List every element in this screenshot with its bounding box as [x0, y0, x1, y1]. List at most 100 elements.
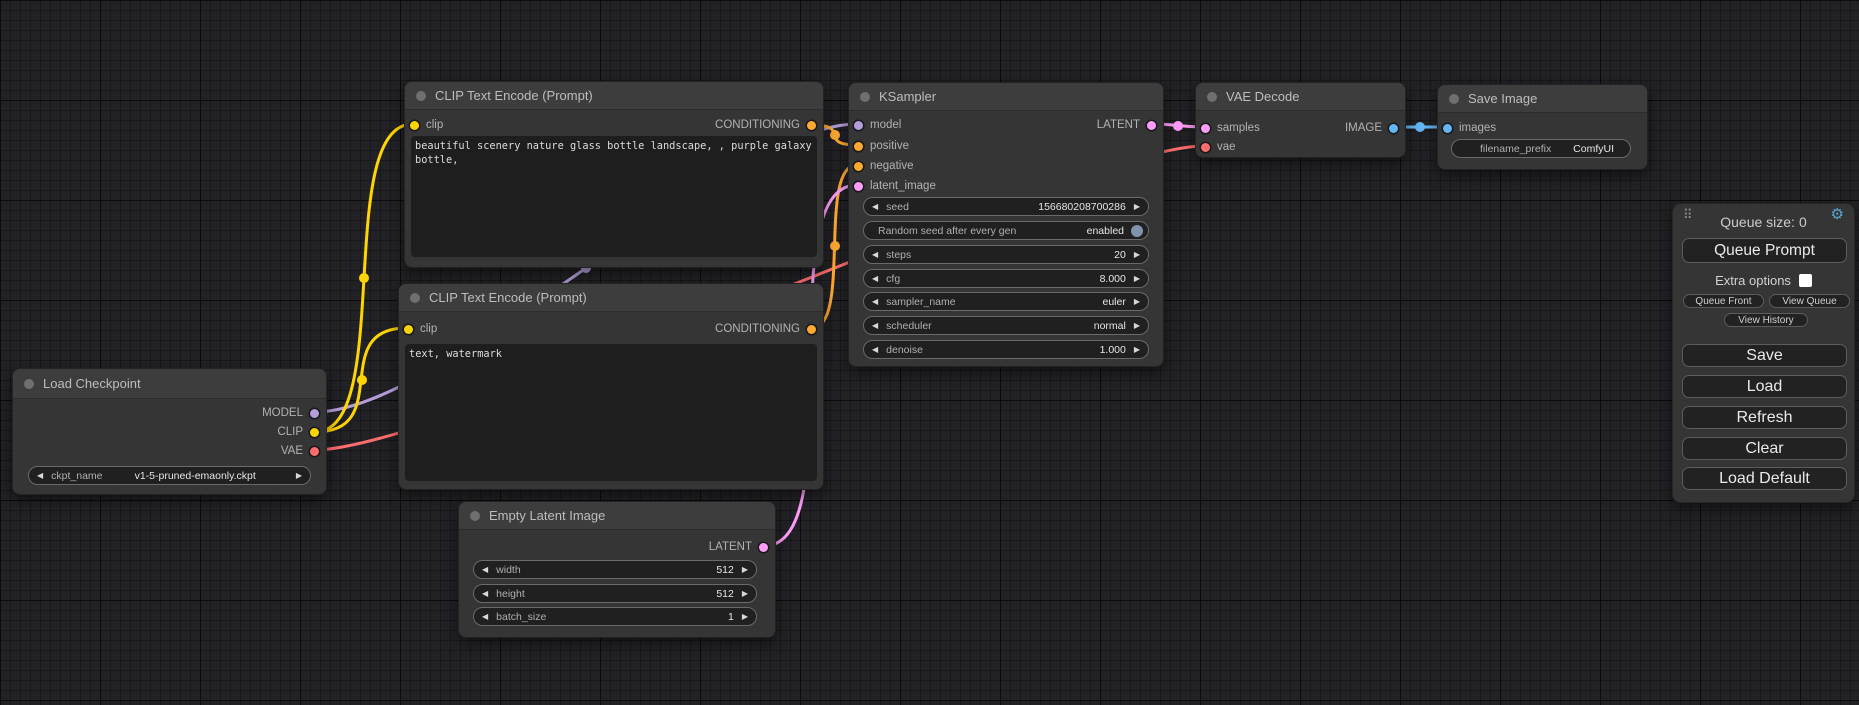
increment-arrow-icon[interactable]: ▶ [1126, 275, 1148, 283]
sampler-name-widget[interactable]: ◀ sampler_name euler ▶ [863, 292, 1149, 311]
increment-arrow-icon[interactable]: ▶ [288, 472, 310, 480]
conditioning-port-icon[interactable] [807, 121, 816, 130]
decrement-arrow-icon[interactable]: ◀ [864, 322, 886, 330]
clip-port-icon[interactable] [310, 428, 319, 437]
node-load-checkpoint[interactable]: Load Checkpoint MODEL CLIP VAE ◀ ckpt_na… [12, 368, 327, 495]
toggle-dot-icon[interactable] [1131, 225, 1143, 237]
increment-arrow-icon[interactable]: ▶ [1126, 203, 1148, 211]
conditioning-port-icon[interactable] [807, 325, 816, 334]
batch-size-widget[interactable]: ◀ batch_size 1 ▶ [473, 607, 757, 626]
width-widget[interactable]: ◀ width 512 ▶ [473, 560, 757, 579]
node-empty-latent-image[interactable]: Empty Latent Image LATENT ◀ width 512 ▶ … [458, 501, 776, 638]
decrement-arrow-icon[interactable]: ◀ [864, 251, 886, 259]
node-clip-text-encode-negative[interactable]: CLIP Text Encode (Prompt) clip CONDITION… [398, 283, 824, 490]
collapse-dot-icon[interactable] [410, 293, 420, 303]
node-clip-text-encode-positive[interactable]: CLIP Text Encode (Prompt) clip CONDITION… [404, 81, 824, 268]
clip-port-icon[interactable] [410, 121, 419, 130]
refresh-button[interactable]: Refresh [1682, 406, 1847, 429]
queue-front-button[interactable]: Queue Front [1683, 294, 1764, 308]
node-vae-decode[interactable]: VAE Decode samples vae IMAGE [1195, 82, 1406, 158]
clear-button[interactable]: Clear [1682, 437, 1847, 460]
input-slot-model[interactable]: model [854, 117, 901, 133]
seed-widget[interactable]: ◀ seed 156680208700286 ▶ [863, 197, 1149, 216]
steps-widget[interactable]: ◀ steps 20 ▶ [863, 245, 1149, 264]
image-port-icon[interactable] [1389, 124, 1398, 133]
increment-arrow-icon[interactable]: ▶ [734, 590, 756, 598]
decrement-arrow-icon[interactable]: ◀ [864, 346, 886, 354]
comfyui-canvas[interactable]: { "colors": { "model": "#B39DDB", "clip"… [0, 0, 1859, 705]
node-title-bar[interactable]: Save Image [1438, 85, 1647, 113]
collapse-dot-icon[interactable] [1449, 94, 1459, 104]
latent-port-icon[interactable] [854, 182, 863, 191]
node-title-bar[interactable]: VAE Decode [1196, 83, 1405, 111]
latent-port-icon[interactable] [759, 543, 768, 552]
output-slot-latent[interactable]: LATENT [709, 539, 768, 555]
node-title-bar[interactable]: KSampler [849, 83, 1163, 111]
vae-port-icon[interactable] [1201, 143, 1210, 152]
clip-port-icon[interactable] [404, 325, 413, 334]
height-widget[interactable]: ◀ height 512 ▶ [473, 584, 757, 603]
output-slot-conditioning[interactable]: CONDITIONING [715, 117, 816, 133]
node-save-image[interactable]: Save Image images filename_prefix ComfyU… [1437, 84, 1648, 170]
view-history-button[interactable]: View History [1724, 313, 1808, 327]
cfg-widget[interactable]: ◀ cfg 8.000 ▶ [863, 269, 1149, 288]
decrement-arrow-icon[interactable]: ◀ [474, 590, 496, 598]
settings-gear-icon[interactable]: ⚙ [1831, 205, 1844, 223]
node-title-bar[interactable]: CLIP Text Encode (Prompt) [405, 82, 823, 110]
output-slot-image[interactable]: IMAGE [1345, 120, 1398, 136]
load-default-button[interactable]: Load Default [1682, 467, 1847, 490]
latent-port-icon[interactable] [1147, 121, 1156, 130]
node-title-bar[interactable]: Load Checkpoint [13, 369, 326, 399]
collapse-dot-icon[interactable] [416, 91, 426, 101]
decrement-arrow-icon[interactable]: ◀ [864, 275, 886, 283]
collapse-dot-icon[interactable] [1207, 92, 1217, 102]
decrement-arrow-icon[interactable]: ◀ [474, 613, 496, 621]
collapse-dot-icon[interactable] [470, 511, 480, 521]
decrement-arrow-icon[interactable]: ◀ [864, 298, 886, 306]
input-slot-positive[interactable]: positive [854, 138, 909, 154]
queue-prompt-button[interactable]: Queue Prompt [1682, 238, 1847, 263]
decrement-arrow-icon[interactable]: ◀ [29, 472, 51, 480]
denoise-widget[interactable]: ◀ denoise 1.000 ▶ [863, 340, 1149, 359]
decrement-arrow-icon[interactable]: ◀ [864, 203, 886, 211]
negative-prompt-textarea[interactable]: text, watermark [405, 344, 817, 481]
model-port-icon[interactable] [854, 121, 863, 130]
ckpt-name-widget[interactable]: ◀ ckpt_name v1-5-pruned-emaonly.ckpt ▶ [28, 466, 311, 485]
input-slot-images[interactable]: images [1443, 120, 1496, 136]
extra-options-checkbox[interactable] [1799, 274, 1812, 287]
image-port-icon[interactable] [1443, 124, 1452, 133]
output-slot-vae[interactable]: VAE [281, 443, 319, 459]
increment-arrow-icon[interactable]: ▶ [734, 613, 756, 621]
increment-arrow-icon[interactable]: ▶ [1126, 251, 1148, 259]
conditioning-port-icon[interactable] [854, 142, 863, 151]
output-slot-model[interactable]: MODEL [262, 405, 319, 421]
input-slot-clip[interactable]: clip [410, 117, 443, 133]
positive-prompt-textarea[interactable]: beautiful scenery nature glass bottle la… [411, 136, 817, 257]
collapse-dot-icon[interactable] [860, 92, 870, 102]
output-slot-clip[interactable]: CLIP [277, 424, 319, 440]
conditioning-port-icon[interactable] [854, 162, 863, 171]
view-queue-button[interactable]: View Queue [1769, 294, 1850, 308]
input-slot-samples[interactable]: samples [1201, 120, 1260, 136]
increment-arrow-icon[interactable]: ▶ [1126, 322, 1148, 330]
node-ksampler[interactable]: KSampler model positive negative latent_… [848, 82, 1164, 367]
load-button[interactable]: Load [1682, 375, 1847, 398]
queue-panel[interactable]: ⠿ Queue size: 0 ⚙ Queue Prompt Extra opt… [1672, 203, 1855, 503]
input-slot-clip[interactable]: clip [404, 321, 437, 337]
decrement-arrow-icon[interactable]: ◀ [474, 566, 496, 574]
input-slot-negative[interactable]: negative [854, 158, 913, 174]
increment-arrow-icon[interactable]: ▶ [734, 566, 756, 574]
node-title-bar[interactable]: CLIP Text Encode (Prompt) [399, 284, 823, 312]
input-slot-vae[interactable]: vae [1201, 139, 1236, 155]
vae-port-icon[interactable] [310, 447, 319, 456]
output-slot-conditioning[interactable]: CONDITIONING [715, 321, 816, 337]
increment-arrow-icon[interactable]: ▶ [1126, 298, 1148, 306]
output-slot-latent[interactable]: LATENT [1097, 117, 1156, 133]
increment-arrow-icon[interactable]: ▶ [1126, 346, 1148, 354]
model-port-icon[interactable] [310, 409, 319, 418]
input-slot-latent-image[interactable]: latent_image [854, 178, 936, 194]
collapse-dot-icon[interactable] [24, 379, 34, 389]
random-seed-toggle-widget[interactable]: Random seed after every gen enabled [863, 221, 1149, 240]
scheduler-widget[interactable]: ◀ scheduler normal ▶ [863, 316, 1149, 335]
filename-prefix-widget[interactable]: filename_prefix ComfyUI [1451, 139, 1631, 158]
